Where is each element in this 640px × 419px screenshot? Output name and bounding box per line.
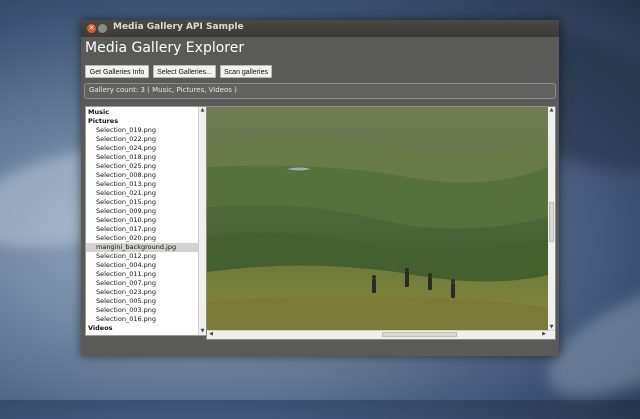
tree-file-item[interactable]: Selection_005.png (86, 297, 206, 306)
gallery-count-bar: Gallery count: 3 ( Music, Pictures, Vide… (84, 83, 556, 99)
title-bar: ✕ Media Gallery API Sample (81, 20, 559, 37)
minimize-icon[interactable] (98, 24, 107, 33)
tree-file-item[interactable]: Selection_016.png (86, 315, 206, 324)
image-viewer[interactable]: ▲ ▼ ◀ ▶ (206, 106, 556, 340)
scan-galleries-button[interactable]: Scan galleries (220, 65, 272, 78)
tree-file-item[interactable]: Selection_013.png (86, 180, 206, 189)
select-galleries-button[interactable]: Select Galleries... (153, 65, 216, 78)
tree-file-item[interactable]: Selection_024.png (86, 144, 206, 153)
gallery-count-text: Gallery count: 3 ( Music, Pictures, Vide… (89, 86, 237, 94)
tree-file-item[interactable]: Selection_009.png (86, 207, 206, 216)
viewer-vertical-scrollbar[interactable]: ▲ ▼ (548, 107, 555, 331)
tree-file-item[interactable]: Selection_018.png (86, 153, 206, 162)
tree-group-pictures[interactable]: Pictures (86, 117, 200, 126)
tree-file-item[interactable]: Selection_023.png (86, 288, 206, 297)
tree-file-item[interactable]: Selection_025.png (86, 162, 206, 171)
tree-group-music[interactable]: Music (86, 108, 200, 117)
tree-scrollbar[interactable]: ▲ ▼ (198, 107, 206, 335)
tree-file-item[interactable]: Selection_015.png (86, 198, 206, 207)
tree-file-item[interactable]: Selection_017.png (86, 225, 206, 234)
tree-file-item[interactable]: Selection_007.png (86, 279, 206, 288)
viewer-horizontal-thumb[interactable] (382, 332, 457, 337)
close-icon[interactable]: ✕ (87, 24, 96, 33)
tree-file-item[interactable]: Selection_004.png (86, 261, 206, 270)
tree-file-item[interactable]: Selection_019.png (86, 126, 206, 135)
landscape-image (207, 107, 548, 331)
tree-file-item[interactable]: Selection_010.png (86, 216, 206, 225)
tree-file-item[interactable]: Selection_003.png (86, 306, 206, 315)
tree-group-videos[interactable]: Videos (86, 324, 200, 333)
tree-file-item[interactable]: Selection_008.png (86, 171, 206, 180)
viewer-vertical-thumb[interactable] (549, 202, 554, 242)
gallery-tree[interactable]: Music Pictures Selection_019.png Selection_… (85, 106, 207, 336)
arrow-down-icon[interactable]: ▼ (200, 329, 205, 334)
arrow-right-icon[interactable]: ▶ (541, 331, 547, 338)
arrow-left-icon[interactable]: ◀ (208, 331, 214, 338)
viewer-horizontal-scrollbar[interactable]: ◀ ▶ (207, 330, 555, 339)
page-title: Media Gallery Explorer (85, 40, 245, 56)
tree-file-item[interactable]: Selection_012.png (86, 252, 206, 261)
arrow-up-icon[interactable]: ▲ (549, 108, 554, 113)
tree-file-item[interactable]: Selection_022.png (86, 135, 206, 144)
tree-file-item[interactable]: Selection_011.png (86, 270, 206, 279)
app-window: ✕ Media Gallery API Sample Media Gallery… (81, 20, 559, 356)
tree-file-item[interactable]: Selection_021.png (86, 189, 206, 198)
tree-file-item[interactable]: mangini_background.jpg (86, 243, 206, 252)
arrow-up-icon[interactable]: ▲ (200, 108, 205, 113)
get-galleries-info-button[interactable]: Get Galleries Info (85, 65, 149, 78)
window-title: Media Gallery API Sample (113, 22, 244, 32)
tree-file-item[interactable]: Selection_020.png (86, 234, 206, 243)
